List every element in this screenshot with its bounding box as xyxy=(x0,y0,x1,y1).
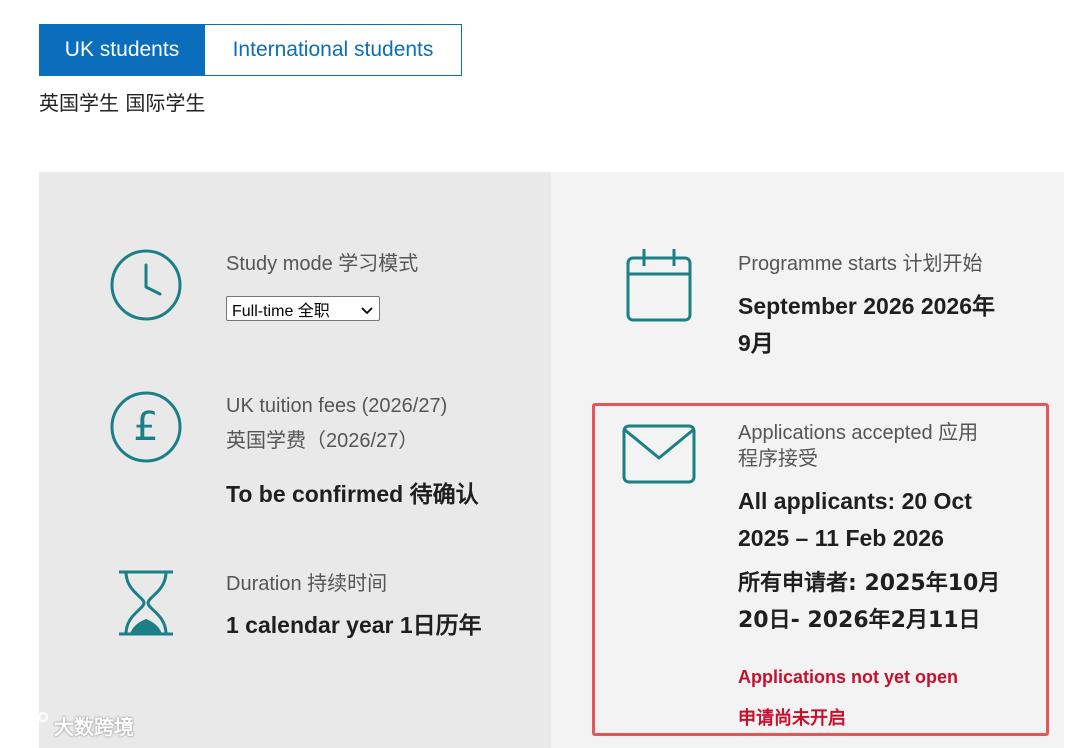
study-mode-select[interactable]: Full-time 全职 xyxy=(226,296,380,321)
pound-icon: £ xyxy=(109,390,183,464)
fees-label-line1: UK tuition fees (2026/27) xyxy=(226,395,448,417)
calendar-icon xyxy=(626,248,692,322)
tab-uk-students[interactable]: UK students xyxy=(39,24,205,76)
page: UK students International students 英国学生 … xyxy=(0,0,1080,748)
duration-value: 1 calendar year 1日历年 xyxy=(226,612,482,638)
study-mode-label: Study mode 学习模式 xyxy=(226,253,419,275)
programme-starts-value: September 2026 2026年 9月 xyxy=(738,288,995,362)
fees-label: UK tuition fees (2026/27) 英国学费（2026/27） xyxy=(226,393,447,454)
applications-label-line1: Applications accepted 应用 xyxy=(738,422,979,444)
applications-dates-en: All applicants: 20 Oct 2025 – 11 Feb 202… xyxy=(738,483,972,557)
duration-label: Duration 持续时间 xyxy=(226,573,388,595)
watermark: 大数跨境 xyxy=(8,710,134,740)
applications-label-line2: 程序接受 xyxy=(738,448,818,470)
applications-status-cn: 申请尚未开启 xyxy=(738,708,846,729)
tab-international-students[interactable]: International students xyxy=(205,24,462,76)
applications-status-en: Applications not yet open xyxy=(738,667,959,687)
fees-label-line2: 英国学费（2026/27） xyxy=(226,430,419,452)
applications-dates-cn-line1: 所有申请者: 2025年10月 xyxy=(738,571,1001,596)
envelope-icon xyxy=(622,424,696,484)
hourglass-icon xyxy=(117,569,175,637)
fees-value: To be confirmed 待确认 xyxy=(226,481,479,507)
programme-starts-label: Programme starts 计划开始 xyxy=(738,253,983,275)
applications-dates-cn-line2: 20日- 2026年2月11日 xyxy=(738,608,981,633)
programme-starts-value-line2: 9月 xyxy=(738,330,774,356)
svg-text:£: £ xyxy=(133,404,158,450)
watermark-text: 大数跨境 xyxy=(54,714,134,739)
study-mode-selected-value: Full-time 全职 xyxy=(232,302,330,320)
student-type-tabs: UK students International students xyxy=(39,24,462,76)
watermark-logo-icon xyxy=(8,710,49,740)
applications-dates-cn: 所有申请者: 2025年10月 20日- 2026年2月11日 xyxy=(738,565,1000,639)
programme-starts-value-line1: September 2026 2026年 xyxy=(738,293,995,319)
tabs-caption: 英国学生 国际学生 xyxy=(39,91,206,115)
clock-icon xyxy=(109,248,183,322)
applications-label: Applications accepted 应用 程序接受 xyxy=(738,420,978,472)
applications-dates-en-line1: All applicants: 20 Oct xyxy=(738,488,972,514)
chevron-down-icon xyxy=(361,303,373,321)
applications-dates-en-line2: 2025 – 11 Feb 2026 xyxy=(738,525,944,551)
